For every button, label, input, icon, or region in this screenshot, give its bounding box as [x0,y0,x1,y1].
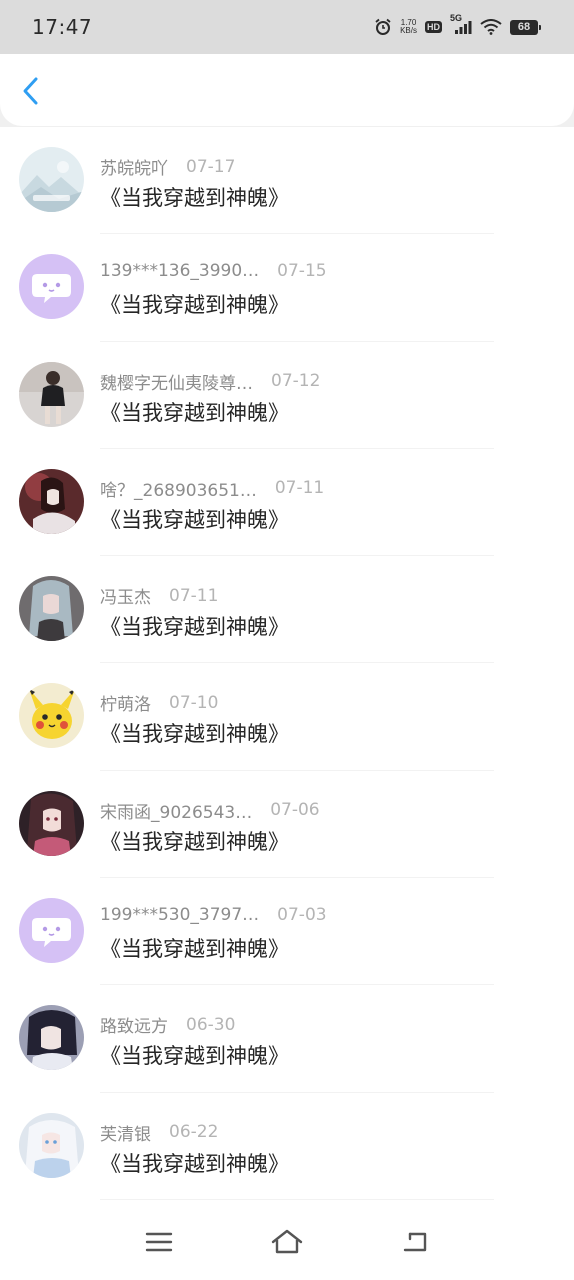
user-name: 魏樱字无仙夷陵尊… [100,373,253,394]
list-item[interactable]: 苏皖皖吖 07-17 《当我穿越到神魄》 [0,127,574,235]
user-name: 苏皖皖吖 [100,159,168,179]
network-speed-indicator: 1.70 KB/s [400,19,417,35]
book-title: 《当我穿越到神魄》 [100,615,289,640]
book-title: 《当我穿越到神魄》 [100,293,289,318]
book-title: 《当我穿越到神魄》 [100,829,289,854]
list-item[interactable]: 宋雨函_9026543… 07-06 《当我穿越到神魄》 [0,771,574,879]
user-name: 139***136_3990… [100,261,260,282]
date-label: 07-11 [169,585,219,606]
battery-icon: 68 [510,19,541,35]
avatar [19,790,84,856]
header-bar [0,54,574,126]
avatar [19,468,84,534]
hd-badge: HD [425,21,442,33]
user-name: 宋雨函_9026543… [100,802,253,823]
list-item-meta: 魏樱字无仙夷陵尊… 07-12 [100,369,320,394]
avatar [19,1005,84,1071]
list-item-meta: 139***136_3990… 07-15 [100,261,327,281]
book-title: 《当我穿越到神魄》 [100,1151,289,1176]
list-item[interactable]: 路致远方 06-30 《当我穿越到神魄》 [0,985,574,1093]
date-label: 07-10 [169,692,219,713]
list-item[interactable]: 啥？_268903651… 07-11 《当我穿越到神魄》 [0,449,574,557]
user-name: 冯玉杰 [100,588,151,609]
date-label: 07-03 [277,905,327,926]
date-label: 07-12 [271,371,321,392]
menu-icon [145,1232,173,1252]
book-title: 《当我穿越到神魄》 [100,507,289,532]
date-label: 07-06 [270,800,320,821]
user-name: 芙清银 [100,1124,151,1145]
user-name: 199***530_3797… [100,905,260,926]
list-item-meta: 苏皖皖吖 07-17 [100,154,236,180]
list-item-meta: 芙清银 06-22 [100,1120,218,1145]
avatar [19,147,84,212]
date-label: 07-15 [277,261,327,282]
home-button[interactable] [265,1220,309,1264]
list-item-meta: 啥？_268903651… 07-11 [100,476,324,501]
status-bar: 17:47 1.70 KB/s HD 5G 68 [0,0,574,54]
user-name: 啥？_268903651… [100,480,257,501]
chat-bubble-icon [19,254,84,320]
chevron-left-icon [23,77,38,105]
back-icon [403,1232,427,1252]
alarm-icon [374,18,392,36]
list-item-meta: 路致远方 06-30 [100,1012,236,1038]
list-item[interactable]: 冯玉杰 07-11 《当我穿越到神魄》 [0,556,574,664]
status-icons: 1.70 KB/s HD 5G 68 [374,13,541,36]
avatar [19,898,84,964]
menu-button[interactable] [137,1220,181,1264]
user-name: 路致远方 [100,1017,168,1038]
list-item[interactable]: 柠萌洛 07-10 《当我穿越到神魄》 [0,663,574,772]
list-item-meta: 冯玉杰 07-11 [100,583,219,609]
list-item-meta: 199***530_3797… 07-03 [100,905,327,925]
system-navigation-bar [0,1200,574,1280]
avatar [19,254,84,320]
list-item[interactable]: 魏樱字无仙夷陵尊… 07-12 《当我穿越到神魄》 [0,342,574,450]
cellular-signal-icon: 5G [450,13,472,35]
back-button[interactable] [14,74,48,108]
user-name: 柠萌洛 [100,695,151,716]
record-list: 苏皖皖吖 07-17 《当我穿越到神魄》 139***136_3990… 07-… [0,127,574,1201]
avatar [19,576,84,642]
date-label: 07-11 [274,478,325,499]
date-label: 06-22 [169,1122,219,1143]
network-speed-unit: KB/s [400,26,417,35]
chat-bubble-icon [19,898,84,964]
avatar [19,361,84,427]
network-type-label: 5G [450,13,463,23]
back-nav-button[interactable] [393,1220,437,1264]
home-icon [271,1229,303,1254]
date-label: 07-17 [186,156,236,177]
list-item[interactable]: 芙清银 06-22 《当我穿越到神魄》 [0,1093,574,1201]
list-item-meta: 宋雨函_9026543… 07-06 [100,798,320,823]
status-time: 17:47 [32,15,93,39]
book-title: 《当我穿越到神魄》 [100,722,289,747]
wifi-icon [480,19,502,35]
date-label: 06-30 [186,1014,236,1035]
list-item[interactable]: 199***530_3797… 07-03 《当我穿越到神魄》 [0,878,574,986]
book-title: 《当我穿越到神魄》 [100,400,289,425]
avatar [19,1112,84,1178]
list-item-meta: 柠萌洛 07-10 [100,690,219,716]
book-title: 《当我穿越到神魄》 [100,937,289,962]
list-item[interactable]: 139***136_3990… 07-15 《当我穿越到神魄》 [0,234,574,342]
book-title: 《当我穿越到神魄》 [100,1044,289,1069]
book-title: 《当我穿越到神魄》 [100,186,289,210]
avatar [19,683,84,749]
